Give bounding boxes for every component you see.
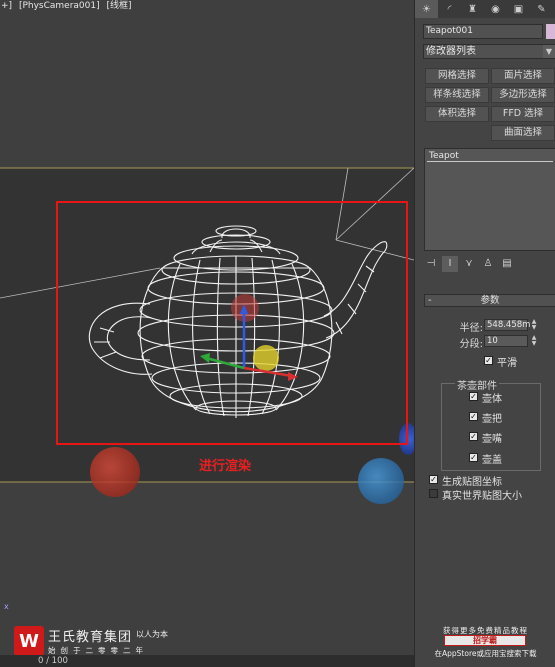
poly-select-button[interactable]: 多边形选择 — [491, 87, 555, 103]
viewport-camera-label[interactable]: [PhysCamera001] — [19, 1, 100, 11]
time-slider[interactable]: 0 / 100 — [0, 655, 414, 667]
stack-item-teapot[interactable]: Teapot — [429, 151, 459, 161]
lid-checkbox[interactable]: ✓ — [469, 453, 478, 462]
handle-label: 壶把 — [482, 414, 502, 425]
make-unique-icon[interactable]: ⋎ — [461, 256, 477, 272]
radius-input[interactable]: 548.458m — [484, 319, 530, 331]
rollout-title: 参数 — [480, 295, 500, 306]
command-panel-tabs: ☀ ◜ ♜ ◉ ▣ ✎ — [415, 0, 555, 18]
display-tab-icon[interactable]: ▣ — [507, 0, 530, 18]
stack-toolbar: ⊣ Ι ⋎ ♙ ▤ — [423, 256, 555, 272]
motion-tab-icon[interactable]: ◉ — [484, 0, 507, 18]
gen-map-coords-checkbox[interactable]: ✓ — [429, 475, 438, 484]
patch-select-button[interactable]: 面片选择 — [491, 68, 555, 84]
create-tab-icon[interactable]: ☀ — [415, 0, 438, 18]
parameters-rollout-header[interactable]: - 参数 — [424, 294, 555, 307]
viewport-shading-label[interactable]: [线框] — [106, 1, 131, 11]
body-label: 壶体 — [482, 394, 502, 405]
modifier-stack[interactable]: Teapot — [424, 148, 555, 251]
chevron-down-icon: ▼ — [543, 45, 555, 58]
body-checkbox[interactable]: ✓ — [469, 392, 478, 401]
promo-badge: 招学霸 — [444, 635, 526, 646]
red-light-object — [90, 447, 140, 497]
utilities-tab-icon[interactable]: ✎ — [530, 0, 553, 18]
surface-select-button[interactable]: 曲面选择 — [491, 125, 555, 141]
viewport-label[interactable]: +] [PhysCamera001] [线框] — [0, 0, 136, 13]
spout-label: 壶嘴 — [482, 434, 502, 445]
axis-tripod-icon: x — [4, 602, 9, 611]
perspective-viewport[interactable]: +] [PhysCamera001] [线框] 进行渲染 x W 王氏教育集团 … — [0, 0, 414, 667]
segments-label: 分段: — [459, 339, 483, 350]
remove-modifier-icon[interactable]: ♙ — [480, 256, 496, 272]
time-slider-label: 0 / 100 — [38, 656, 68, 666]
gen-map-coords-label: 生成贴图坐标 — [442, 477, 502, 488]
logo-letter: W — [19, 630, 39, 652]
real-world-map-label: 真实世界贴图大小 — [442, 491, 522, 502]
object-color-swatch[interactable] — [546, 24, 555, 39]
radius-label: 半径: — [459, 323, 483, 334]
configure-sets-icon[interactable]: ▤ — [499, 256, 515, 272]
blue-light-object — [358, 458, 404, 504]
brand-name: 王氏教育集团 — [48, 630, 133, 645]
modifier-list-dropdown[interactable]: 修改器列表 ▼ — [423, 44, 555, 59]
brand-slogan: 以人为本 — [136, 630, 168, 639]
radius-spinner-icon[interactable]: ▲ ▼ — [530, 319, 538, 331]
pin-stack-icon[interactable]: ⊣ — [423, 256, 439, 272]
collapse-icon: - — [428, 295, 432, 306]
brand-logo: W — [14, 626, 44, 656]
modifier-list-label: 修改器列表 — [426, 46, 476, 57]
object-name-field[interactable]: Teapot001 — [423, 24, 543, 39]
viewport-menu-label[interactable]: +] — [1, 1, 12, 11]
spline-select-button[interactable]: 样条线选择 — [425, 87, 489, 103]
real-world-map-checkbox[interactable] — [429, 489, 438, 498]
render-caption: 进行渲染 — [198, 459, 251, 474]
render-region-frame — [56, 201, 408, 445]
smooth-checkbox[interactable]: ✓ — [484, 356, 493, 365]
promo-text-bottom: 在AppStore或应用宝搜索下载 — [434, 649, 537, 658]
stack-divider — [427, 161, 553, 162]
smooth-label: 平滑 — [497, 358, 517, 369]
show-end-result-icon[interactable]: Ι — [442, 256, 458, 272]
command-panel: ☀ ◜ ♜ ◉ ▣ ✎ Teapot001 修改器列表 ▼ 网格选择 面片选择 … — [414, 0, 555, 667]
lid-label: 壶盖 — [482, 455, 502, 466]
mesh-select-button[interactable]: 网格选择 — [425, 68, 489, 84]
segments-input[interactable]: 10 — [484, 335, 528, 347]
segments-spinner-icon[interactable]: ▲ ▼ — [530, 335, 538, 347]
volume-select-button[interactable]: 体积选择 — [425, 106, 489, 122]
modify-tab-icon[interactable]: ◜ — [438, 0, 461, 18]
hierarchy-tab-icon[interactable]: ♜ — [461, 0, 484, 18]
spout-checkbox[interactable]: ✓ — [469, 432, 478, 441]
ffd-select-button[interactable]: FFD 选择 — [491, 106, 555, 122]
handle-checkbox[interactable]: ✓ — [469, 412, 478, 421]
